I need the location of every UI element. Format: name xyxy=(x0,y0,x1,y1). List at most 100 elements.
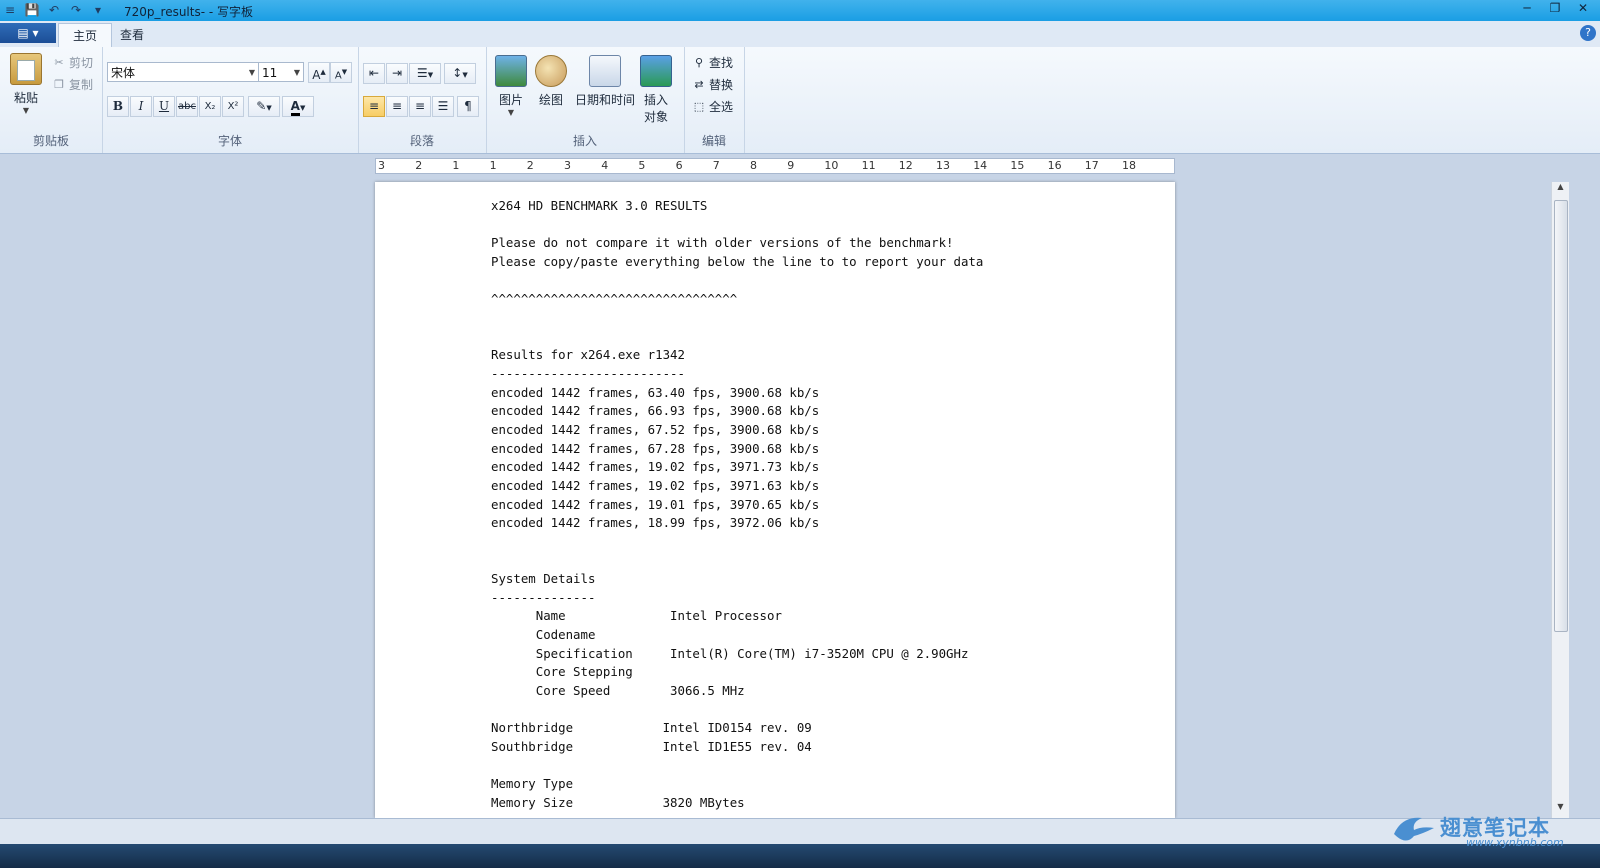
ruler-tick-label: 5 xyxy=(638,159,646,172)
save-icon[interactable]: 💾 xyxy=(24,2,40,18)
align-center-button[interactable]: ≡ xyxy=(386,96,408,117)
paint-drawing-button[interactable]: 绘图 xyxy=(534,55,568,108)
font-group-label: 字体 xyxy=(217,134,242,148)
chevron-down-icon: ▼ xyxy=(507,108,515,117)
paste-dropdown-icon[interactable]: ▼ xyxy=(8,106,44,115)
decrease-indent-icon: ⇤ xyxy=(368,66,380,80)
taskbar xyxy=(0,844,1600,868)
insert-object-button[interactable]: 插入 对象 xyxy=(638,55,674,125)
grow-font-button[interactable]: A▲ xyxy=(308,62,330,83)
bird-logo-icon xyxy=(1394,817,1434,841)
align-left-button[interactable]: ≡ xyxy=(363,96,385,117)
strikethrough-button[interactable]: abc xyxy=(176,96,198,117)
underline-button[interactable]: U xyxy=(153,96,175,117)
close-button[interactable]: ✕ xyxy=(1570,0,1596,17)
select-all-icon: ⬚ xyxy=(693,99,705,113)
document-line: encoded 1442 frames, 19.02 fps, 3971.73 … xyxy=(491,459,820,475)
line-spacing-button[interactable]: ↕▼ xyxy=(444,63,476,84)
document-line: x264 HD BENCHMARK 3.0 RESULTS xyxy=(491,198,708,213)
bold-button[interactable]: B xyxy=(107,96,129,117)
horizontal-ruler[interactable]: 3 2 1 1 2 3 4 5 6 7 8 9 10 11 12 13 14 15 16 17 18 xyxy=(375,158,1175,174)
status-bar xyxy=(0,818,1600,845)
text-color-button[interactable]: A▼ xyxy=(282,96,314,117)
find-label: 查找 xyxy=(709,56,734,70)
document-line: encoded 1442 frames, 19.01 fps, 3970.65 … xyxy=(491,496,820,512)
replace-label: 替换 xyxy=(709,78,734,92)
justify-button[interactable]: ☰ xyxy=(432,96,454,117)
document-line: -------------------------- xyxy=(491,365,685,381)
paragraph-settings-button[interactable]: ¶ xyxy=(457,96,479,117)
ruler-tick-label: 18 xyxy=(1122,159,1136,172)
align-left-icon: ≡ xyxy=(368,99,380,113)
app-menu-button[interactable]: ▤ ▾ xyxy=(0,23,56,43)
date-time-button[interactable]: 日期和时间 xyxy=(574,55,636,108)
scissors-icon: ✂ xyxy=(54,55,64,69)
tab-home[interactable]: 主页 xyxy=(58,23,113,48)
cut-label: 剪切 xyxy=(69,56,94,70)
document-line: Northbridge Intel ID0154 rev. 09 xyxy=(491,720,812,736)
document-line: ^^^^^^^^^^^^^^^^^^^^^^^^^^^^^^^^^ xyxy=(491,291,738,307)
object-icon xyxy=(640,55,672,87)
font-size-select[interactable]: 11 ▼ xyxy=(258,62,304,82)
document-line: Name Intel Processor xyxy=(491,608,782,624)
scroll-up-icon[interactable]: ▲ xyxy=(1552,182,1569,198)
ruler-tick-label: 3 xyxy=(378,159,385,172)
minimize-button[interactable]: ─ xyxy=(1514,0,1540,17)
vertical-scrollbar[interactable]: ▲ ▼ xyxy=(1551,182,1569,818)
editing-group: ⚲ 查找 ⇄ 替换 ⬚ 全选 编辑 xyxy=(684,47,745,153)
paste-button[interactable]: 粘贴 ▼ xyxy=(8,53,44,115)
shrink-font-button[interactable]: A▼ xyxy=(330,62,352,83)
font-family-select[interactable]: 宋体 ▼ xyxy=(107,62,259,82)
align-right-button[interactable]: ≡ xyxy=(409,96,431,117)
document-text[interactable]: x264 HD BENCHMARK 3.0 RESULTS Please do … xyxy=(491,197,1021,818)
cut-button[interactable]: ✂ 剪切 xyxy=(52,54,93,71)
increase-indent-button[interactable]: ⇥ xyxy=(386,63,408,84)
find-button[interactable]: ⚲ 查找 xyxy=(692,54,733,71)
ruler-tick-label: 1 xyxy=(489,159,497,172)
clipboard-group-label: 剪贴板 xyxy=(32,134,69,148)
redo-icon[interactable]: ↷ xyxy=(68,2,84,18)
shrink-font-icon: A xyxy=(334,70,342,82)
ruler-tick-label: 1 xyxy=(452,159,460,172)
help-icon[interactable]: ? xyxy=(1580,25,1596,41)
font-group: 宋体 ▼ 11 ▼ A▲ A▼ B I U abc X₂ X² ✎▼ A▼ 字体 xyxy=(102,47,359,153)
select-all-button[interactable]: ⬚ 全选 xyxy=(692,98,733,115)
font-size-value: 11 xyxy=(262,66,278,80)
replace-button[interactable]: ⇄ 替换 xyxy=(692,76,733,93)
ribbon: 粘贴 ▼ ✂ 剪切 ❐ 复制 剪贴板 宋体 ▼ 11 ▼ A▲ A▼ B I U… xyxy=(0,47,1600,154)
ruler-tick-label: 16 xyxy=(1047,159,1062,172)
insert-object-label-1: 插入 xyxy=(643,93,668,107)
insert-picture-label: 图片 xyxy=(498,93,523,107)
highlight-color-button[interactable]: ✎▼ xyxy=(248,96,280,117)
copy-button[interactable]: ❐ 复制 xyxy=(52,76,93,93)
document-line: Please do not compare it with older vers… xyxy=(491,235,954,251)
insert-group-label: 插入 xyxy=(572,134,597,148)
title-bar: ≡ 💾 ↶ ↷ ▾ 720p_results- - 写字板 ─ ❐ ✕ xyxy=(0,0,1600,21)
clipboard-group: 粘贴 ▼ ✂ 剪切 ❐ 复制 剪贴板 xyxy=(0,47,103,153)
decrease-indent-button[interactable]: ⇤ xyxy=(363,63,385,84)
document-page[interactable]: x264 HD BENCHMARK 3.0 RESULTS Please do … xyxy=(375,182,1175,818)
document-line: Memory Size 3820 MBytes xyxy=(491,795,745,810)
font-family-value: 宋体 xyxy=(111,66,136,80)
increase-indent-icon: ⇥ xyxy=(391,66,403,80)
ruler-tick-label: 3 xyxy=(564,159,571,172)
superscript-button[interactable]: X² xyxy=(222,96,244,117)
bullets-button[interactable]: ☰▼ xyxy=(409,63,441,84)
ruler-tick-label: 2 xyxy=(526,159,534,172)
scrollbar-thumb[interactable] xyxy=(1554,200,1568,632)
paragraph-icon: ¶ xyxy=(464,99,472,113)
subscript-button[interactable]: X₂ xyxy=(199,96,221,117)
app-icon[interactable]: ≡ xyxy=(2,2,18,18)
restore-button[interactable]: ❐ xyxy=(1542,0,1568,17)
ruler-tick-label: 4 xyxy=(601,159,609,172)
customize-qat-icon[interactable]: ▾ xyxy=(90,2,106,18)
undo-icon[interactable]: ↶ xyxy=(46,2,62,18)
document-line: encoded 1442 frames, 67.52 fps, 3900.68 … xyxy=(491,421,820,437)
insert-picture-button[interactable]: 图片 ▼ xyxy=(494,55,528,117)
tab-view[interactable]: 查看 xyxy=(106,23,158,47)
italic-button[interactable]: I xyxy=(130,96,152,117)
justify-icon: ☰ xyxy=(437,99,449,113)
